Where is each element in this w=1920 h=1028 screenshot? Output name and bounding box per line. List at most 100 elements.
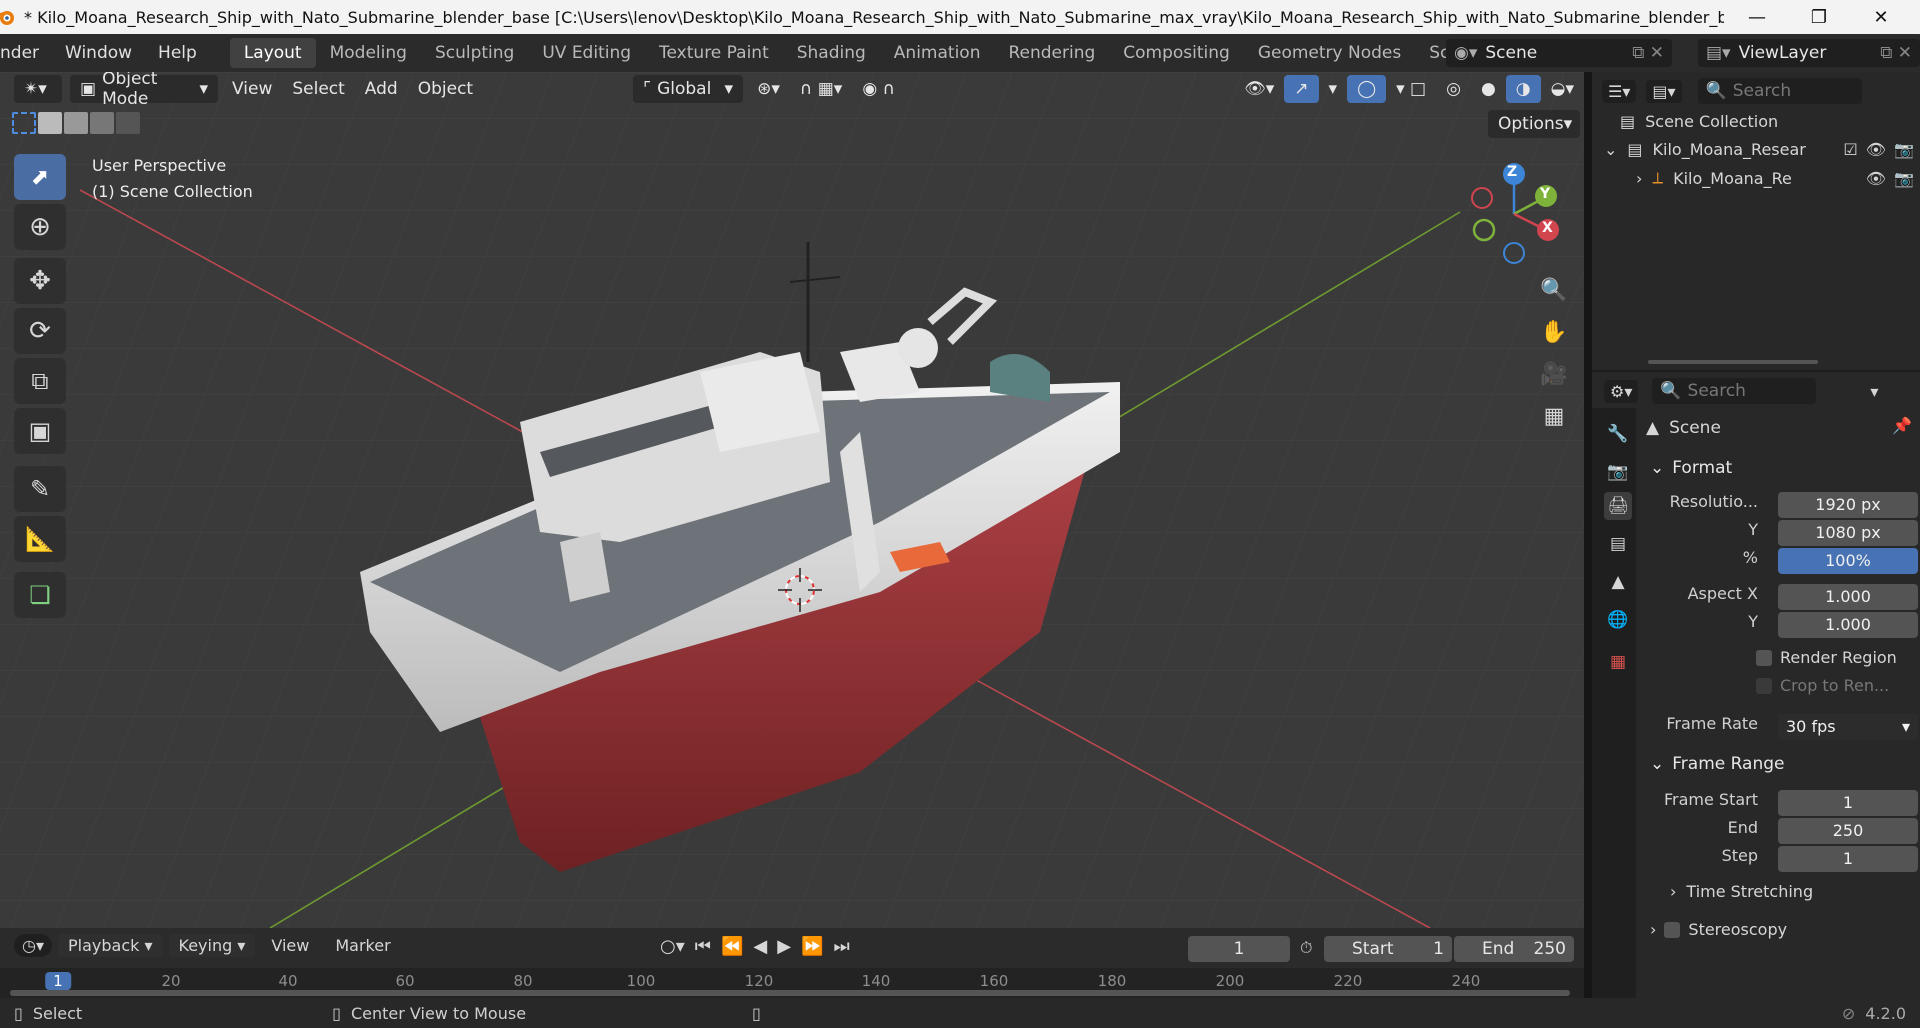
resolution-y-field[interactable]: 1080 px (1778, 520, 1918, 546)
measure-tool[interactable]: 📐 (14, 516, 66, 562)
menu-help[interactable]: Help (145, 43, 210, 63)
frame-start-field[interactable]: 1 (1778, 790, 1918, 816)
tab-layout[interactable]: Layout (229, 38, 316, 68)
tab-shading[interactable]: Shading (783, 38, 880, 68)
menu-file[interactable]: nder (0, 43, 52, 63)
menu-add[interactable]: Add (355, 75, 408, 103)
stopwatch-icon[interactable]: ⏱ (1300, 938, 1312, 958)
menu-playback[interactable]: Playback ▾ (58, 934, 163, 957)
camera-view-button[interactable]: 🎥 (1536, 356, 1572, 392)
proportional-edit-button[interactable]: ◉ ∩ (852, 75, 905, 103)
close-button[interactable]: ✕ (1850, 0, 1912, 34)
select-box-tool[interactable]: ⬈ (14, 154, 66, 200)
outliner-object-row[interactable]: › ⟂ Kilo_Moana_Re 👁 📷 (1636, 168, 1914, 188)
xray-button[interactable]: ▾ □ (1386, 75, 1436, 103)
pin-icon[interactable]: 📌 (1892, 416, 1912, 435)
tab-geometry-nodes[interactable]: Geometry Nodes (1244, 38, 1415, 68)
timeline-ruler[interactable]: 1 20 40 60 80 100 120 140 160 180 200 22… (0, 968, 1584, 998)
resolution-percent-field[interactable]: 100% (1778, 548, 1918, 574)
shading-wireframe-button[interactable]: ◎ (1436, 75, 1471, 103)
jump-end-icon[interactable]: ⏭ (833, 936, 849, 957)
frame-range-panel-header[interactable]: ⌄ Frame Range (1644, 746, 1920, 782)
zoom-button[interactable]: 🔍 (1536, 272, 1572, 308)
visibility-button[interactable]: 👁▾ (1234, 75, 1284, 103)
outliner-search-input[interactable]: 🔍 Search (1697, 78, 1862, 104)
jump-start-icon[interactable]: ⏮ (695, 936, 711, 957)
frame-step-field[interactable]: 1 (1778, 846, 1918, 872)
chevron-right-icon[interactable]: › (1636, 169, 1642, 188)
record-icon[interactable]: ○▾ (660, 936, 685, 957)
tab-texture[interactable]: ▦ (1604, 648, 1632, 676)
shading-rendered-button[interactable]: ◒▾ (1541, 75, 1584, 103)
crop-checkbox[interactable]: Crop to Ren... (1756, 676, 1889, 695)
menu-window[interactable]: Window (52, 43, 145, 63)
menu-keying[interactable]: Keying ▾ (168, 934, 256, 957)
tab-rendering[interactable]: Rendering (994, 38, 1109, 68)
end-frame-field[interactable]: End 250 (1454, 936, 1574, 962)
tab-texture-paint[interactable]: Texture Paint (645, 38, 783, 68)
rotate-tool[interactable]: ⟳ (14, 308, 66, 354)
chevron-down-icon[interactable]: ⌄ (1604, 140, 1617, 159)
maximize-button[interactable]: ❐ (1788, 0, 1850, 34)
horizontal-scrollbar[interactable] (1648, 360, 1818, 364)
transform-orientation-dropdown[interactable]: ⌜ Global ▾ (633, 75, 744, 103)
current-frame-marker[interactable]: 1 (45, 972, 71, 990)
move-tool[interactable]: ✥ (14, 258, 66, 304)
next-keyframe-icon[interactable]: ⏩ (801, 936, 823, 957)
checkbox-icon[interactable] (1664, 921, 1681, 938)
format-panel-header[interactable]: ⌄ Format ☰ (1644, 450, 1920, 486)
menu-view[interactable]: View (261, 934, 319, 957)
prev-keyframe-icon[interactable]: ⏪ (721, 936, 743, 957)
options-dropdown[interactable]: Options ▾ (1488, 110, 1580, 138)
play-icon[interactable]: ▶ (777, 936, 791, 957)
aspect-x-field[interactable]: 1.000 (1778, 584, 1918, 610)
add-cube-tool[interactable]: ❏ (14, 572, 66, 618)
scene-selector[interactable]: ◉▾ Scene ⧉ ✕ (1446, 39, 1672, 67)
properties-search-input[interactable]: 🔍 Search (1652, 378, 1817, 404)
editor-type-button[interactable]: ✴▾ (14, 75, 62, 103)
menu-marker[interactable]: Marker (325, 934, 400, 957)
cursor-tool[interactable]: ⊕ (14, 204, 66, 250)
shading-solid-button[interactable]: ● (1471, 75, 1506, 103)
select-invert-icon[interactable] (90, 112, 114, 134)
tab-sculpting[interactable]: Sculpting (421, 38, 528, 68)
menu-select[interactable]: Select (282, 75, 354, 103)
pivot-point-button[interactable]: ⊛▾ (747, 75, 790, 103)
scale-tool[interactable]: ⧉ (14, 358, 66, 404)
menu-object[interactable]: Object (408, 75, 483, 103)
select-intersect-icon[interactable] (116, 112, 140, 134)
annotate-tool[interactable]: ✎ (14, 466, 66, 512)
mode-dropdown[interactable]: ▣ Object Mode ▾ (70, 72, 218, 109)
select-extend-icon[interactable] (38, 112, 62, 134)
render-region-checkbox[interactable]: Render Region (1756, 648, 1897, 667)
start-frame-field[interactable]: Start 1 (1324, 936, 1452, 962)
ortho-toggle-button[interactable]: ▦ (1536, 398, 1572, 434)
3d-viewport[interactable]: Z Y X ✴▾ ▣ Object Mode ▾ View Select Add O… (0, 72, 1584, 928)
timeline-editor-icon[interactable]: ◷▾ (14, 934, 52, 957)
stereoscopy-panel-header[interactable]: › Stereoscopy (1650, 920, 1787, 939)
select-subtract-icon[interactable] (64, 112, 88, 134)
camera-icon[interactable]: 📷 (1894, 140, 1914, 159)
tab-compositing[interactable]: Compositing (1109, 38, 1244, 68)
copy-view-layer-icon[interactable]: ⧉ ✕ (1880, 43, 1912, 63)
pin-icon[interactable]: ⧉ ✕ (1632, 43, 1664, 63)
area-divider[interactable] (1584, 72, 1592, 998)
eye-icon[interactable]: 👁 (1866, 169, 1886, 188)
gizmo-toggle-button[interactable]: ↗ (1284, 75, 1319, 103)
tab-modeling[interactable]: Modeling (316, 38, 421, 68)
view-layer-selector[interactable]: ▤▾ ViewLayer ⧉ ✕ (1698, 39, 1920, 67)
shading-material-button[interactable]: ◑ (1505, 75, 1541, 103)
aspect-y-field[interactable]: 1.000 (1778, 612, 1918, 638)
overlays-dropdown[interactable]: ▾ (1319, 75, 1348, 103)
time-stretching-subpanel[interactable]: › Time Stretching (1670, 882, 1813, 901)
tab-animation[interactable]: Animation (880, 38, 995, 68)
chevron-down-icon[interactable]: ▾ (1870, 382, 1878, 401)
pan-button[interactable]: ✋ (1536, 314, 1572, 350)
eye-icon[interactable]: 👁 (1866, 140, 1886, 159)
minimize-button[interactable]: — (1726, 0, 1788, 34)
outliner-editor-icon[interactable]: ☰▾ (1602, 79, 1637, 103)
tab-tool[interactable]: 🔧 (1604, 420, 1632, 448)
play-reverse-icon[interactable]: ◀ (753, 936, 767, 957)
transform-tool[interactable]: ▣ (14, 408, 66, 454)
scene-collection-row[interactable]: ▤ Scene Collection (1620, 112, 1778, 131)
